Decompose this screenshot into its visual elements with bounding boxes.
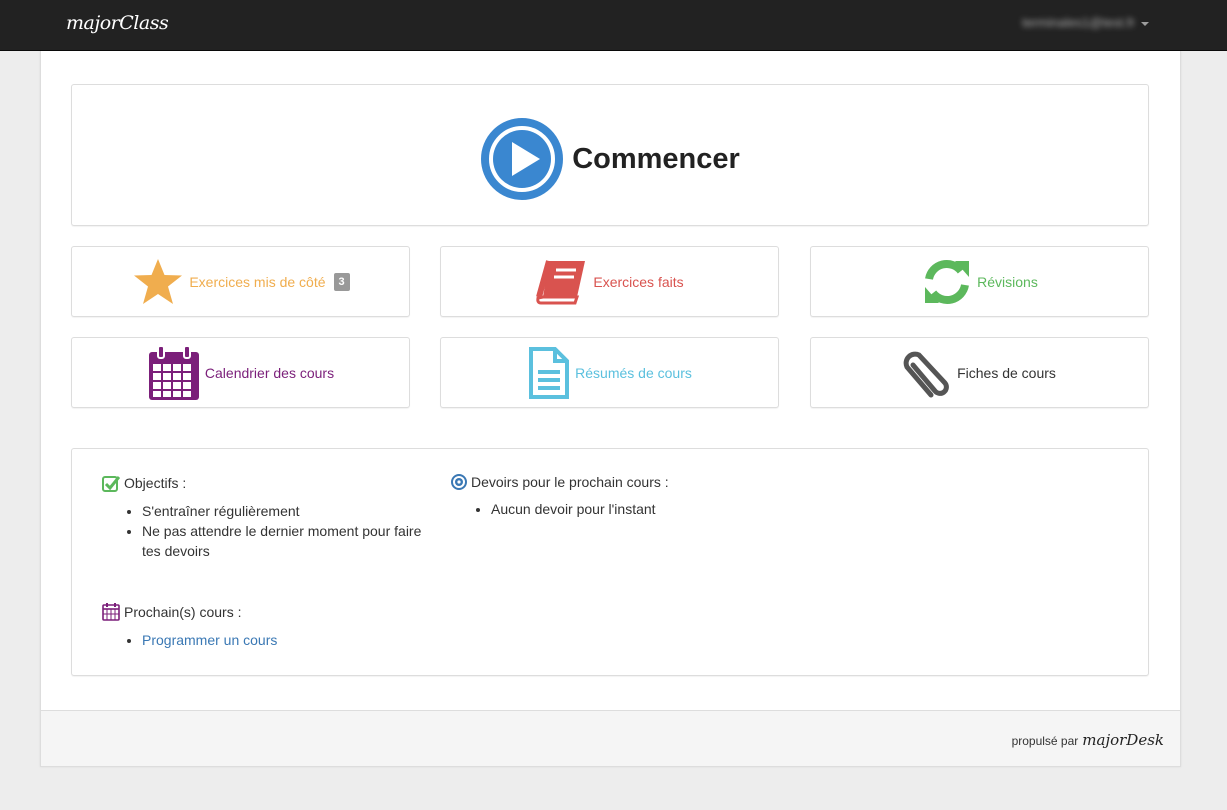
- tile-revisions[interactable]: Révisions: [810, 246, 1149, 317]
- user-menu[interactable]: terminales1@test.fr: [1022, 15, 1149, 30]
- schedule-course-link[interactable]: Programmer un cours: [142, 632, 277, 648]
- tile-label: Résumés de cours: [575, 364, 692, 381]
- checkbox-checked-icon: [102, 476, 120, 492]
- tile-label: Calendrier des cours: [204, 364, 335, 381]
- homework-title: Devoirs pour le prochain cours :: [471, 474, 669, 490]
- list-item: Aucun devoir pour l'instant: [491, 499, 751, 519]
- tile-label: Exercices mis de côté: [189, 273, 326, 290]
- top-navbar: majorClass terminales1@test.fr: [0, 0, 1227, 51]
- tile-exercises-saved[interactable]: Exercices mis de côté 3: [71, 246, 410, 317]
- list-item: Ne pas attendre le dernier moment pour f…: [142, 521, 422, 561]
- powered-by-text: propulsé par: [1011, 734, 1079, 748]
- tile-label: Révisions: [977, 273, 1038, 290]
- star-icon: [134, 258, 183, 304]
- refresh-icon: [925, 259, 970, 304]
- tile-label: Exercices faits: [593, 273, 684, 290]
- user-email[interactable]: terminales1@test.fr: [1022, 15, 1135, 30]
- tile-exercises-done[interactable]: Exercices faits: [440, 246, 779, 317]
- list-item: S'entraîner régulièrement: [142, 501, 422, 521]
- objectives-title: Objectifs :: [124, 475, 187, 491]
- play-icon: [481, 118, 564, 200]
- main-container: Commencer Exercices mis de côté 3 Exerci…: [40, 51, 1181, 767]
- next-courses-title: Prochain(s) cours :: [124, 603, 242, 620]
- tile-label: Fiches de cours: [957, 364, 1056, 381]
- calendar-icon: [102, 603, 120, 621]
- book-icon: [536, 259, 586, 304]
- calendar-icon: [148, 344, 199, 400]
- next-courses-section: Prochain(s) cours : Programmer un cours: [102, 602, 422, 650]
- start-button[interactable]: Commencer: [71, 84, 1149, 226]
- count-badge: 3: [333, 272, 350, 291]
- homework-section: Devoirs pour le prochain cours : Aucun d…: [451, 474, 751, 519]
- footer: propulsé par majorDesk: [41, 710, 1180, 766]
- objectives-section: Objectifs : S'entraîner régulièrement Ne…: [102, 474, 422, 561]
- paperclip-icon: [903, 351, 949, 397]
- info-panel: Objectifs : S'entraîner régulièrement Ne…: [71, 448, 1149, 676]
- chevron-down-icon[interactable]: [1141, 21, 1149, 26]
- document-icon: [529, 346, 570, 399]
- tile-course-calendar[interactable]: Calendrier des cours: [71, 337, 410, 408]
- start-label: Commencer: [572, 142, 740, 175]
- tile-course-sheets[interactable]: Fiches de cours: [810, 337, 1149, 408]
- target-icon: [451, 474, 467, 490]
- tile-course-summaries[interactable]: Résumés de cours: [440, 337, 779, 408]
- majordesk-logo[interactable]: majorDesk: [1082, 731, 1164, 749]
- powered-by: propulsé par majorDesk: [1012, 731, 1164, 749]
- brand-logo[interactable]: majorClass: [66, 12, 169, 34]
